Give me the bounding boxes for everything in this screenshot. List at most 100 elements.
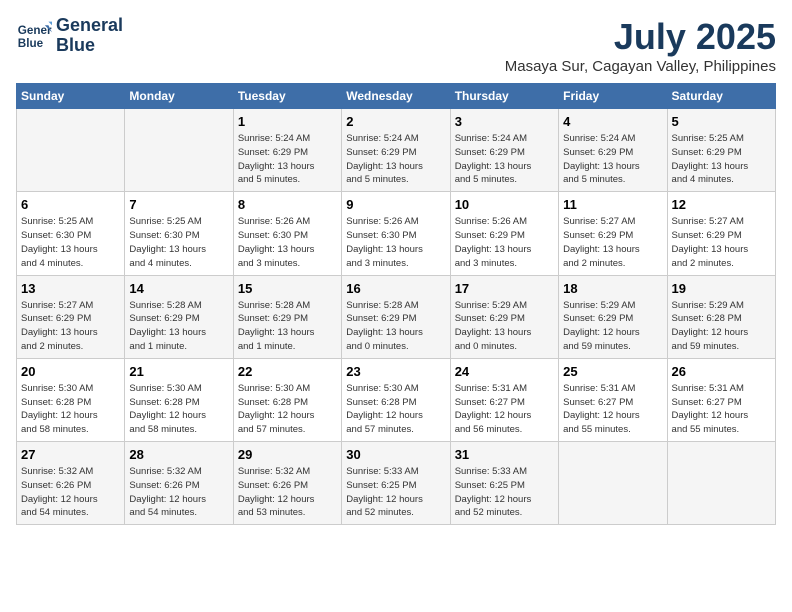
calendar-cell: 1Sunrise: 5:24 AM Sunset: 6:29 PM Daylig… — [233, 109, 341, 192]
day-header-monday: Monday — [125, 84, 233, 109]
day-number: 29 — [238, 446, 337, 464]
day-info: Sunrise: 5:31 AM Sunset: 6:27 PM Dayligh… — [455, 382, 554, 437]
calendar-week-4: 20Sunrise: 5:30 AM Sunset: 6:28 PM Dayli… — [17, 358, 776, 441]
calendar-cell: 30Sunrise: 5:33 AM Sunset: 6:25 PM Dayli… — [342, 442, 450, 525]
day-info: Sunrise: 5:28 AM Sunset: 6:29 PM Dayligh… — [346, 299, 445, 354]
day-number: 1 — [238, 113, 337, 131]
day-info: Sunrise: 5:31 AM Sunset: 6:27 PM Dayligh… — [563, 382, 662, 437]
calendar-cell: 18Sunrise: 5:29 AM Sunset: 6:29 PM Dayli… — [559, 275, 667, 358]
calendar-cell: 11Sunrise: 5:27 AM Sunset: 6:29 PM Dayli… — [559, 192, 667, 275]
calendar-cell: 3Sunrise: 5:24 AM Sunset: 6:29 PM Daylig… — [450, 109, 558, 192]
day-info: Sunrise: 5:29 AM Sunset: 6:29 PM Dayligh… — [455, 299, 554, 354]
day-info: Sunrise: 5:32 AM Sunset: 6:26 PM Dayligh… — [238, 465, 337, 520]
calendar-cell: 14Sunrise: 5:28 AM Sunset: 6:29 PM Dayli… — [125, 275, 233, 358]
day-info: Sunrise: 5:33 AM Sunset: 6:25 PM Dayligh… — [455, 465, 554, 520]
calendar-cell — [559, 442, 667, 525]
day-number: 17 — [455, 280, 554, 298]
day-number: 21 — [129, 363, 228, 381]
day-info: Sunrise: 5:25 AM Sunset: 6:30 PM Dayligh… — [21, 215, 120, 270]
logo-text: General Blue — [56, 16, 123, 56]
calendar-cell: 28Sunrise: 5:32 AM Sunset: 6:26 PM Dayli… — [125, 442, 233, 525]
day-info: Sunrise: 5:26 AM Sunset: 6:30 PM Dayligh… — [238, 215, 337, 270]
day-info: Sunrise: 5:29 AM Sunset: 6:28 PM Dayligh… — [672, 299, 771, 354]
day-info: Sunrise: 5:24 AM Sunset: 6:29 PM Dayligh… — [238, 132, 337, 187]
svg-text:Blue: Blue — [18, 37, 44, 50]
calendar-cell: 25Sunrise: 5:31 AM Sunset: 6:27 PM Dayli… — [559, 358, 667, 441]
day-header-thursday: Thursday — [450, 84, 558, 109]
logo-icon: General Blue — [16, 18, 52, 54]
day-info: Sunrise: 5:32 AM Sunset: 6:26 PM Dayligh… — [129, 465, 228, 520]
calendar-cell: 24Sunrise: 5:31 AM Sunset: 6:27 PM Dayli… — [450, 358, 558, 441]
calendar-cell: 6Sunrise: 5:25 AM Sunset: 6:30 PM Daylig… — [17, 192, 125, 275]
day-number: 30 — [346, 446, 445, 464]
day-number: 6 — [21, 196, 120, 214]
logo: General Blue General Blue — [16, 16, 123, 56]
day-number: 26 — [672, 363, 771, 381]
calendar-cell — [125, 109, 233, 192]
calendar-cell: 4Sunrise: 5:24 AM Sunset: 6:29 PM Daylig… — [559, 109, 667, 192]
calendar-cell: 5Sunrise: 5:25 AM Sunset: 6:29 PM Daylig… — [667, 109, 775, 192]
calendar-cell: 10Sunrise: 5:26 AM Sunset: 6:29 PM Dayli… — [450, 192, 558, 275]
day-number: 12 — [672, 196, 771, 214]
day-number: 19 — [672, 280, 771, 298]
day-number: 9 — [346, 196, 445, 214]
day-info: Sunrise: 5:30 AM Sunset: 6:28 PM Dayligh… — [238, 382, 337, 437]
day-info: Sunrise: 5:26 AM Sunset: 6:30 PM Dayligh… — [346, 215, 445, 270]
title-block: July 2025 Masaya Sur, Cagayan Valley, Ph… — [505, 16, 776, 75]
page-header: General Blue General Blue July 2025 Masa… — [16, 16, 776, 75]
day-info: Sunrise: 5:24 AM Sunset: 6:29 PM Dayligh… — [563, 132, 662, 187]
calendar-cell: 17Sunrise: 5:29 AM Sunset: 6:29 PM Dayli… — [450, 275, 558, 358]
day-number: 5 — [672, 113, 771, 131]
day-number: 28 — [129, 446, 228, 464]
calendar-cell: 29Sunrise: 5:32 AM Sunset: 6:26 PM Dayli… — [233, 442, 341, 525]
calendar-cell: 2Sunrise: 5:24 AM Sunset: 6:29 PM Daylig… — [342, 109, 450, 192]
calendar-week-3: 13Sunrise: 5:27 AM Sunset: 6:29 PM Dayli… — [17, 275, 776, 358]
day-info: Sunrise: 5:24 AM Sunset: 6:29 PM Dayligh… — [346, 132, 445, 187]
day-info: Sunrise: 5:25 AM Sunset: 6:30 PM Dayligh… — [129, 215, 228, 270]
day-header-tuesday: Tuesday — [233, 84, 341, 109]
day-info: Sunrise: 5:27 AM Sunset: 6:29 PM Dayligh… — [672, 215, 771, 270]
day-info: Sunrise: 5:30 AM Sunset: 6:28 PM Dayligh… — [21, 382, 120, 437]
day-number: 15 — [238, 280, 337, 298]
day-number: 2 — [346, 113, 445, 131]
calendar-cell: 19Sunrise: 5:29 AM Sunset: 6:28 PM Dayli… — [667, 275, 775, 358]
day-number: 24 — [455, 363, 554, 381]
day-number: 27 — [21, 446, 120, 464]
calendar-cell: 7Sunrise: 5:25 AM Sunset: 6:30 PM Daylig… — [125, 192, 233, 275]
day-number: 13 — [21, 280, 120, 298]
calendar-cell — [17, 109, 125, 192]
calendar-cell: 27Sunrise: 5:32 AM Sunset: 6:26 PM Dayli… — [17, 442, 125, 525]
day-info: Sunrise: 5:32 AM Sunset: 6:26 PM Dayligh… — [21, 465, 120, 520]
calendar-cell: 16Sunrise: 5:28 AM Sunset: 6:29 PM Dayli… — [342, 275, 450, 358]
day-info: Sunrise: 5:28 AM Sunset: 6:29 PM Dayligh… — [238, 299, 337, 354]
calendar-cell: 31Sunrise: 5:33 AM Sunset: 6:25 PM Dayli… — [450, 442, 558, 525]
calendar-cell: 12Sunrise: 5:27 AM Sunset: 6:29 PM Dayli… — [667, 192, 775, 275]
day-info: Sunrise: 5:29 AM Sunset: 6:29 PM Dayligh… — [563, 299, 662, 354]
calendar-week-1: 1Sunrise: 5:24 AM Sunset: 6:29 PM Daylig… — [17, 109, 776, 192]
month-title: July 2025 — [505, 16, 776, 58]
calendar-cell: 20Sunrise: 5:30 AM Sunset: 6:28 PM Dayli… — [17, 358, 125, 441]
day-number: 31 — [455, 446, 554, 464]
day-info: Sunrise: 5:30 AM Sunset: 6:28 PM Dayligh… — [129, 382, 228, 437]
day-header-sunday: Sunday — [17, 84, 125, 109]
day-number: 20 — [21, 363, 120, 381]
calendar-cell — [667, 442, 775, 525]
day-info: Sunrise: 5:30 AM Sunset: 6:28 PM Dayligh… — [346, 382, 445, 437]
calendar-cell: 9Sunrise: 5:26 AM Sunset: 6:30 PM Daylig… — [342, 192, 450, 275]
calendar-week-5: 27Sunrise: 5:32 AM Sunset: 6:26 PM Dayli… — [17, 442, 776, 525]
day-number: 23 — [346, 363, 445, 381]
calendar-cell: 21Sunrise: 5:30 AM Sunset: 6:28 PM Dayli… — [125, 358, 233, 441]
day-info: Sunrise: 5:26 AM Sunset: 6:29 PM Dayligh… — [455, 215, 554, 270]
day-number: 4 — [563, 113, 662, 131]
calendar-cell: 8Sunrise: 5:26 AM Sunset: 6:30 PM Daylig… — [233, 192, 341, 275]
day-info: Sunrise: 5:27 AM Sunset: 6:29 PM Dayligh… — [21, 299, 120, 354]
calendar-week-2: 6Sunrise: 5:25 AM Sunset: 6:30 PM Daylig… — [17, 192, 776, 275]
day-number: 16 — [346, 280, 445, 298]
day-info: Sunrise: 5:24 AM Sunset: 6:29 PM Dayligh… — [455, 132, 554, 187]
calendar-cell: 15Sunrise: 5:28 AM Sunset: 6:29 PM Dayli… — [233, 275, 341, 358]
day-info: Sunrise: 5:31 AM Sunset: 6:27 PM Dayligh… — [672, 382, 771, 437]
day-number: 14 — [129, 280, 228, 298]
day-number: 8 — [238, 196, 337, 214]
day-number: 11 — [563, 196, 662, 214]
day-info: Sunrise: 5:28 AM Sunset: 6:29 PM Dayligh… — [129, 299, 228, 354]
